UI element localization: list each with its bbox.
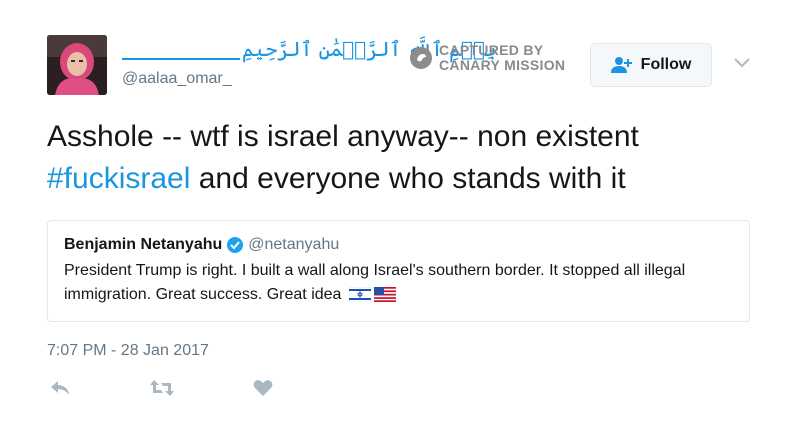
- tweet-text: Asshole -- wtf is israel anyway-- non ex…: [47, 116, 767, 200]
- quoted-author-name: Benjamin Netanyahu: [64, 236, 223, 253]
- name-underline: [122, 46, 240, 60]
- watermark-line-1: CAPTURED BY: [439, 42, 544, 58]
- israel-flag-icon: [348, 286, 372, 310]
- heart-icon[interactable]: [253, 378, 273, 403]
- quoted-tweet-text: President Trump is right. I built a wall…: [64, 259, 733, 310]
- avatar[interactable]: [47, 35, 107, 95]
- follow-button[interactable]: Follow: [590, 43, 712, 87]
- add-user-icon: [610, 57, 632, 73]
- hashtag-link[interactable]: #fuckisrael: [47, 162, 190, 195]
- quoted-author-handle: @netanyahu: [248, 236, 340, 253]
- quoted-tweet[interactable]: Benjamin Netanyahu @netanyahu President …: [47, 220, 750, 322]
- user-handle[interactable]: @aalaa_omar_: [122, 70, 232, 88]
- tweet-text-part-1: Asshole -- wtf is israel anyway-- non ex…: [47, 120, 639, 153]
- chevron-down-icon[interactable]: [733, 56, 751, 74]
- watermark: CAPTURED BY CANARY MISSION: [410, 43, 565, 73]
- watermark-line-2: CANARY MISSION: [439, 57, 566, 73]
- retweet-icon[interactable]: [149, 378, 175, 403]
- reply-icon[interactable]: [49, 378, 71, 403]
- tweet-timestamp[interactable]: 7:07 PM - 28 Jan 2017: [47, 342, 209, 360]
- avatar-image: [47, 35, 107, 95]
- follow-button-label: Follow: [640, 56, 692, 73]
- tweet-text-part-2: and everyone who stands with it: [190, 162, 626, 195]
- us-flag-icon: [373, 286, 396, 310]
- verified-badge-icon: [226, 236, 244, 254]
- canary-logo-icon: [410, 47, 432, 69]
